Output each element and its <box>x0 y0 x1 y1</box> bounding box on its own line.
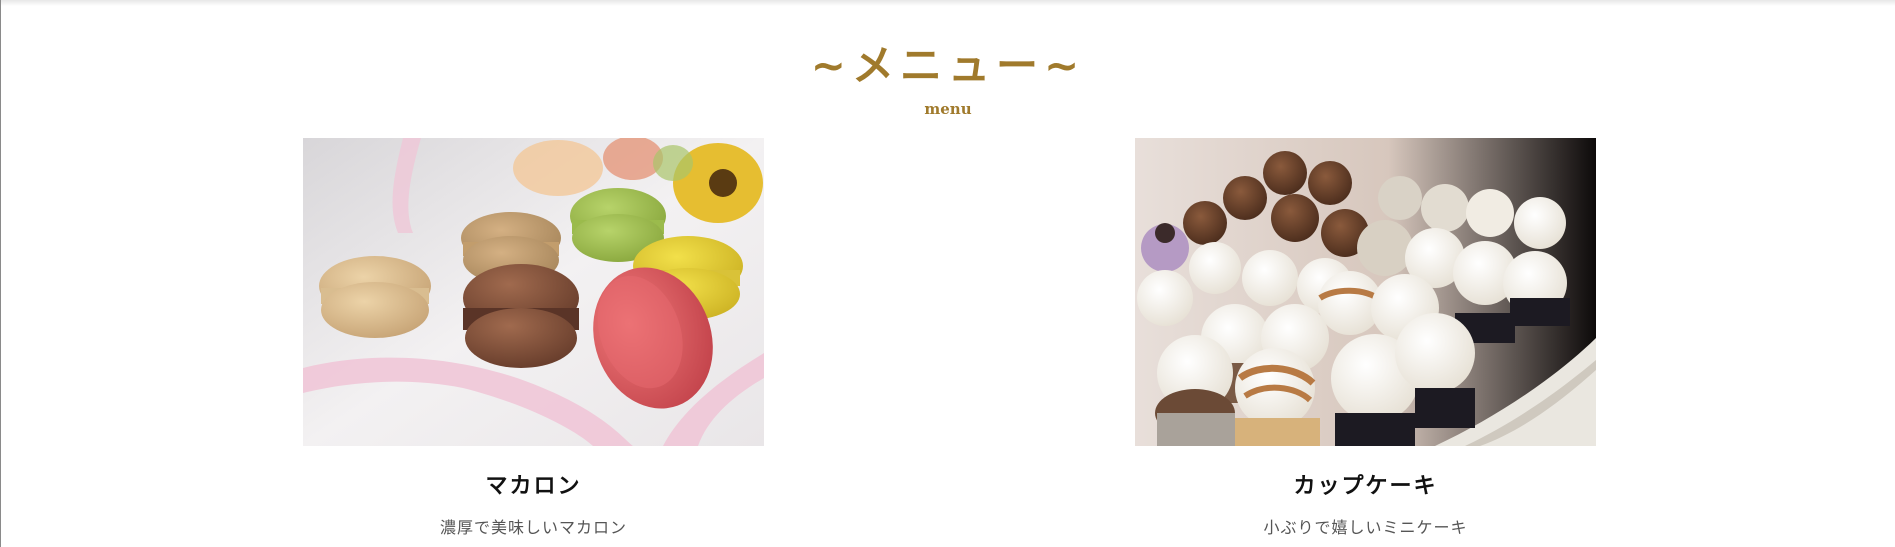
cupcake-photo[interactable] <box>1135 138 1596 446</box>
menu-card-cupcake[interactable]: カップケーキ 小ぶりで嬉しいミニケーキ <box>1135 138 1596 538</box>
macaron-description: 濃厚で美味しいマカロン <box>439 518 627 537</box>
header-shadow-divider <box>1 0 1895 6</box>
menu-card-macaron[interactable]: マカロン 濃厚で美味しいマカロン <box>303 138 764 538</box>
menu-section-page: ~メニュー~ menu マカロン 濃厚で美味しいマカロン カップケーキ 小ぶりで… <box>0 0 1895 547</box>
cupcake-name: カップケーキ <box>1293 474 1438 499</box>
macaron-photo[interactable] <box>303 138 764 446</box>
section-subtitle: menu <box>924 100 972 118</box>
section-title: ~メニュー~ <box>810 41 1086 90</box>
cupcake-description: 小ぶりで嬉しいミニケーキ <box>1263 518 1468 537</box>
macaron-name: マカロン <box>485 474 582 499</box>
